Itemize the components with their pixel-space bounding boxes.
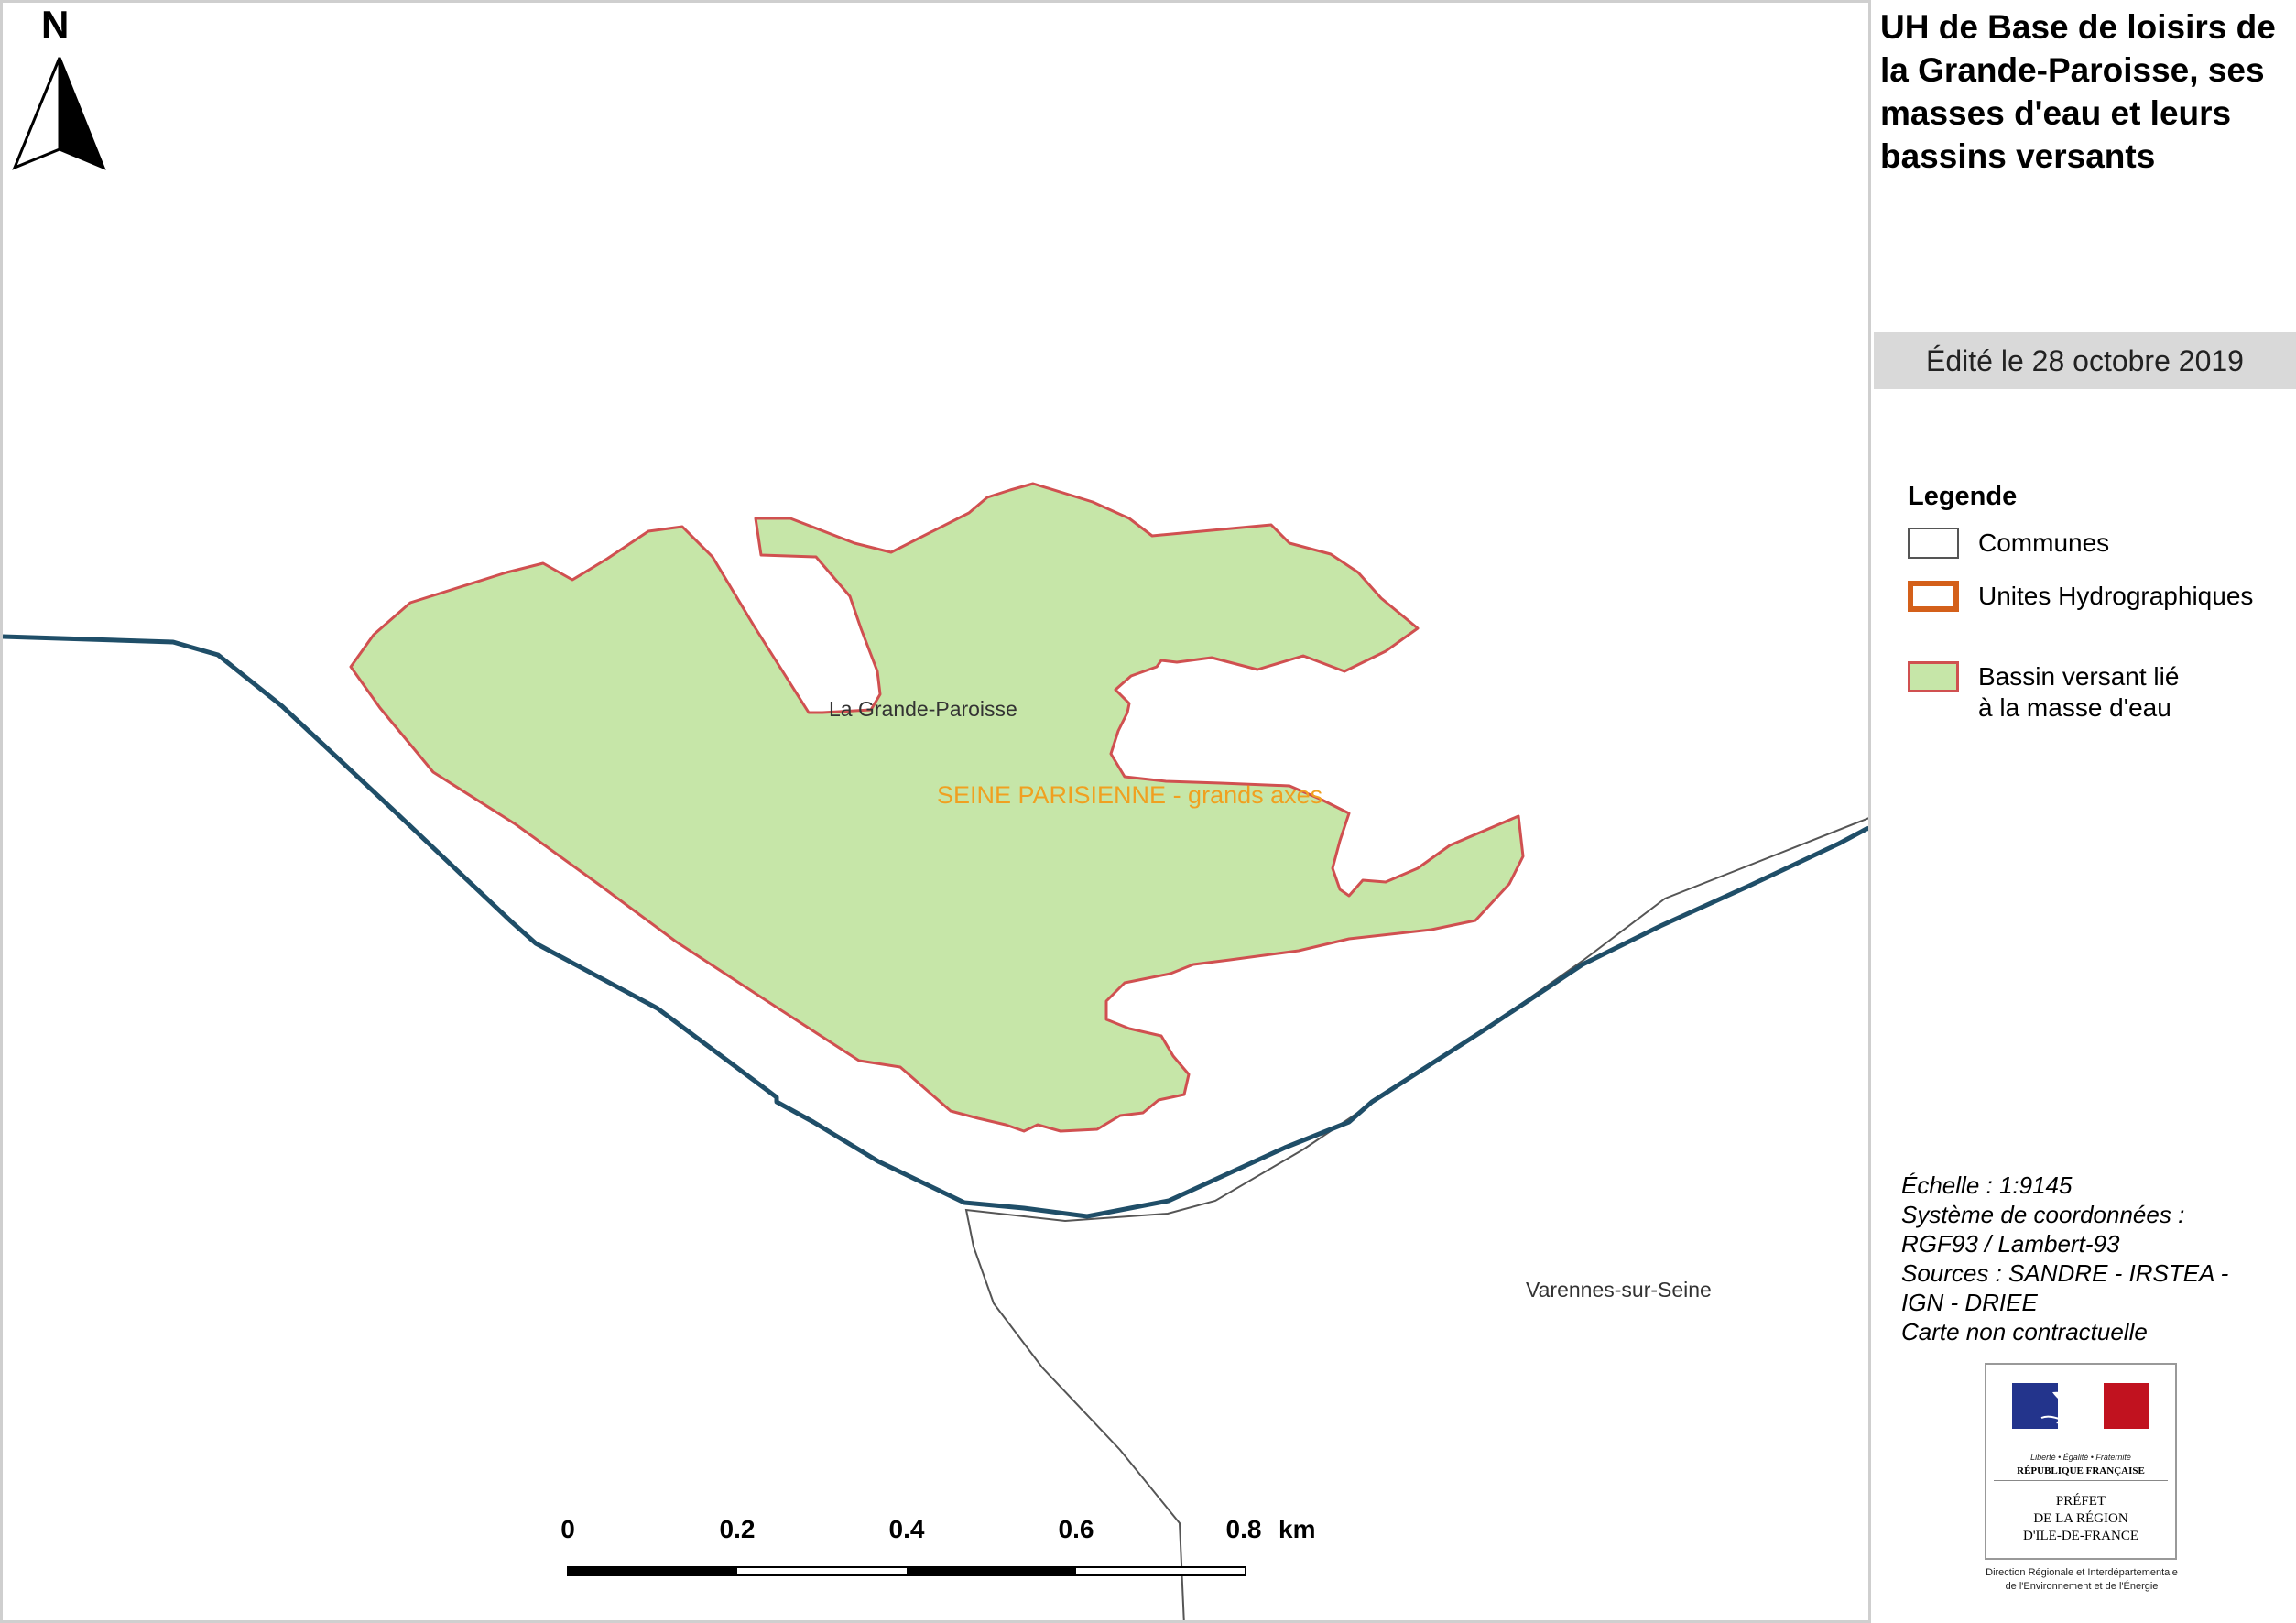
map-title: UH de Base de loisirs de la Grande-Paroi…	[1880, 8, 2276, 175]
scale-tick-label: 0.2	[719, 1515, 756, 1543]
sources-text: Sources : SANDRE - IRSTEA -	[1901, 1259, 2229, 1287]
commune-label-grande-paroisse: La Grande-Paroisse	[829, 697, 1017, 721]
water-body-label: SEINE PARISIENNE - grands axes	[937, 781, 1323, 809]
logo-prefet-line: PRÉFET	[2055, 1494, 2106, 1509]
logo-prefet: PRÉFET DE LA RÉGION D'ILE-DE-FRANCE	[1986, 1493, 2175, 1545]
legend-label-line: Bassin versant lié	[1978, 662, 2180, 691]
legend-label: Communes	[1978, 528, 2110, 557]
legend-label: Bassin versant lié à la masse d'eau	[1978, 661, 2179, 724]
scale-text: Échelle : 1:9145	[1901, 1171, 2073, 1199]
north-arrow-icon	[12, 57, 106, 170]
logo-direction-line: Direction Régionale et Interdépartementa…	[1986, 1567, 2178, 1578]
disclaimer-text: Carte non contractuelle	[1901, 1318, 2148, 1345]
scale-tick-label: 0.6	[1058, 1515, 1094, 1543]
basin-swatch-icon	[1908, 661, 1959, 692]
scale-tick-label: 0.4	[888, 1515, 925, 1543]
north-label: N	[41, 3, 70, 46]
edition-date: Édité le 28 octobre 2019	[1874, 332, 2296, 389]
sources-text: IGN - DRIEE	[1901, 1289, 2038, 1316]
logo-direction-line: de l'Environnement et de l'Énergie	[2005, 1581, 2159, 1592]
commune-label-varennes: Varennes-sur-Seine	[1526, 1278, 1712, 1302]
logo-prefet-line: DE LA RÉGION	[2033, 1511, 2128, 1526]
legend-label: Unites Hydrographiques	[1978, 582, 2254, 610]
logo-republic: RÉPUBLIQUE FRANÇAISE	[2017, 1465, 2145, 1476]
prefecture-logo: Liberté • Égalité • Fraternité RÉPUBLIQU…	[1985, 1363, 2177, 1560]
scale-tick-label: 0.8	[1225, 1515, 1262, 1543]
commune-swatch-icon	[1908, 528, 1959, 559]
map-canvas	[3, 57, 1868, 1620]
crs-text: RGF93 / Lambert-93	[1901, 1230, 2120, 1258]
side-panel: UH de Base de loisirs de la Grande-Paroi…	[1871, 0, 2296, 1623]
marianne-logo-icon	[2012, 1383, 2149, 1429]
logo-prefet-line: D'ILE-DE-FRANCE	[2022, 1529, 2139, 1543]
map-metadata: Échelle : 1:9145 Système de coordonnées …	[1901, 1171, 2228, 1346]
map-frame: N La Grande-Paroisse SEINE PARISIENNE - …	[0, 0, 1871, 1623]
scale-bar	[567, 1566, 1246, 1576]
logo-divider	[1994, 1480, 2168, 1481]
logo-direction: Direction Régionale et Interdépartementa…	[1972, 1566, 2192, 1594]
scale-unit: km	[1279, 1515, 1316, 1543]
legend-label-line: à la masse d'eau	[1978, 693, 2171, 722]
crs-text: Système de coordonnées :	[1901, 1201, 2185, 1228]
logo-motto: Liberté • Égalité • Fraternité	[2030, 1453, 2131, 1462]
scale-tick-label: 0	[560, 1515, 575, 1543]
legend-title: Legende	[1908, 482, 2018, 511]
uh-swatch-icon	[1908, 581, 1959, 612]
